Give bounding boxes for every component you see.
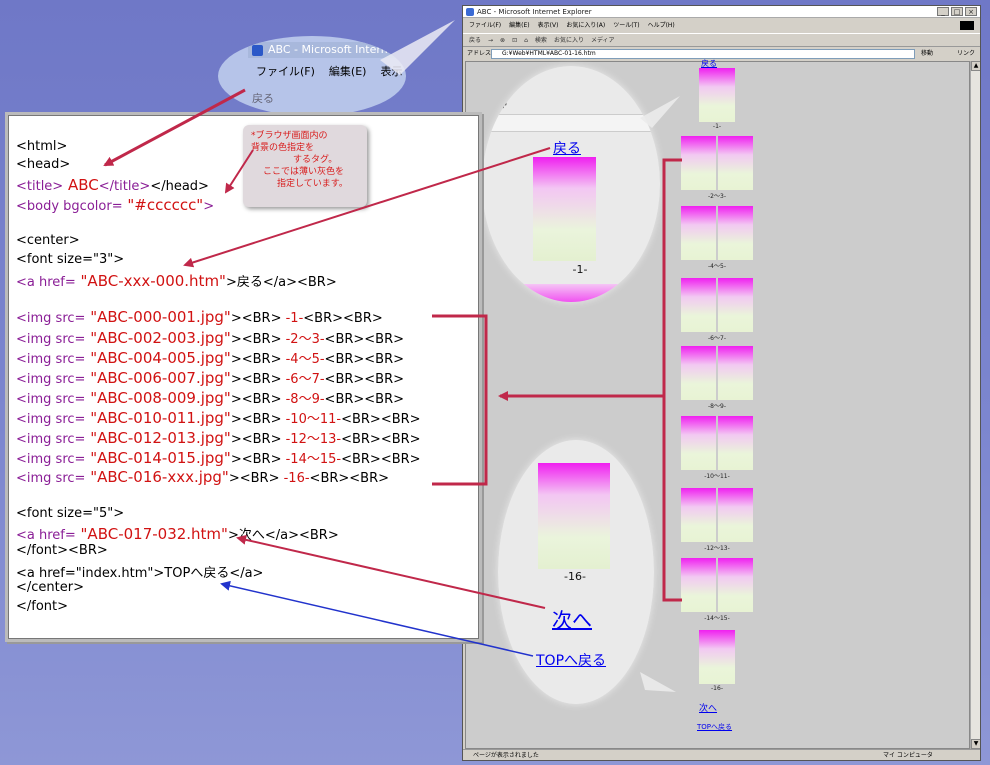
arrow-next [236, 534, 546, 609]
bottom-bubble-tail [640, 672, 676, 692]
thumbs-bracket [662, 158, 682, 602]
img-bracket [432, 314, 488, 486]
title-bubble-tail [380, 20, 455, 75]
annotation-arrows [103, 20, 682, 692]
arrow-back-link [183, 147, 551, 268]
arrow-title [103, 88, 246, 167]
top-bubble-tail [640, 96, 680, 128]
arrow-bgcolor [224, 149, 254, 194]
